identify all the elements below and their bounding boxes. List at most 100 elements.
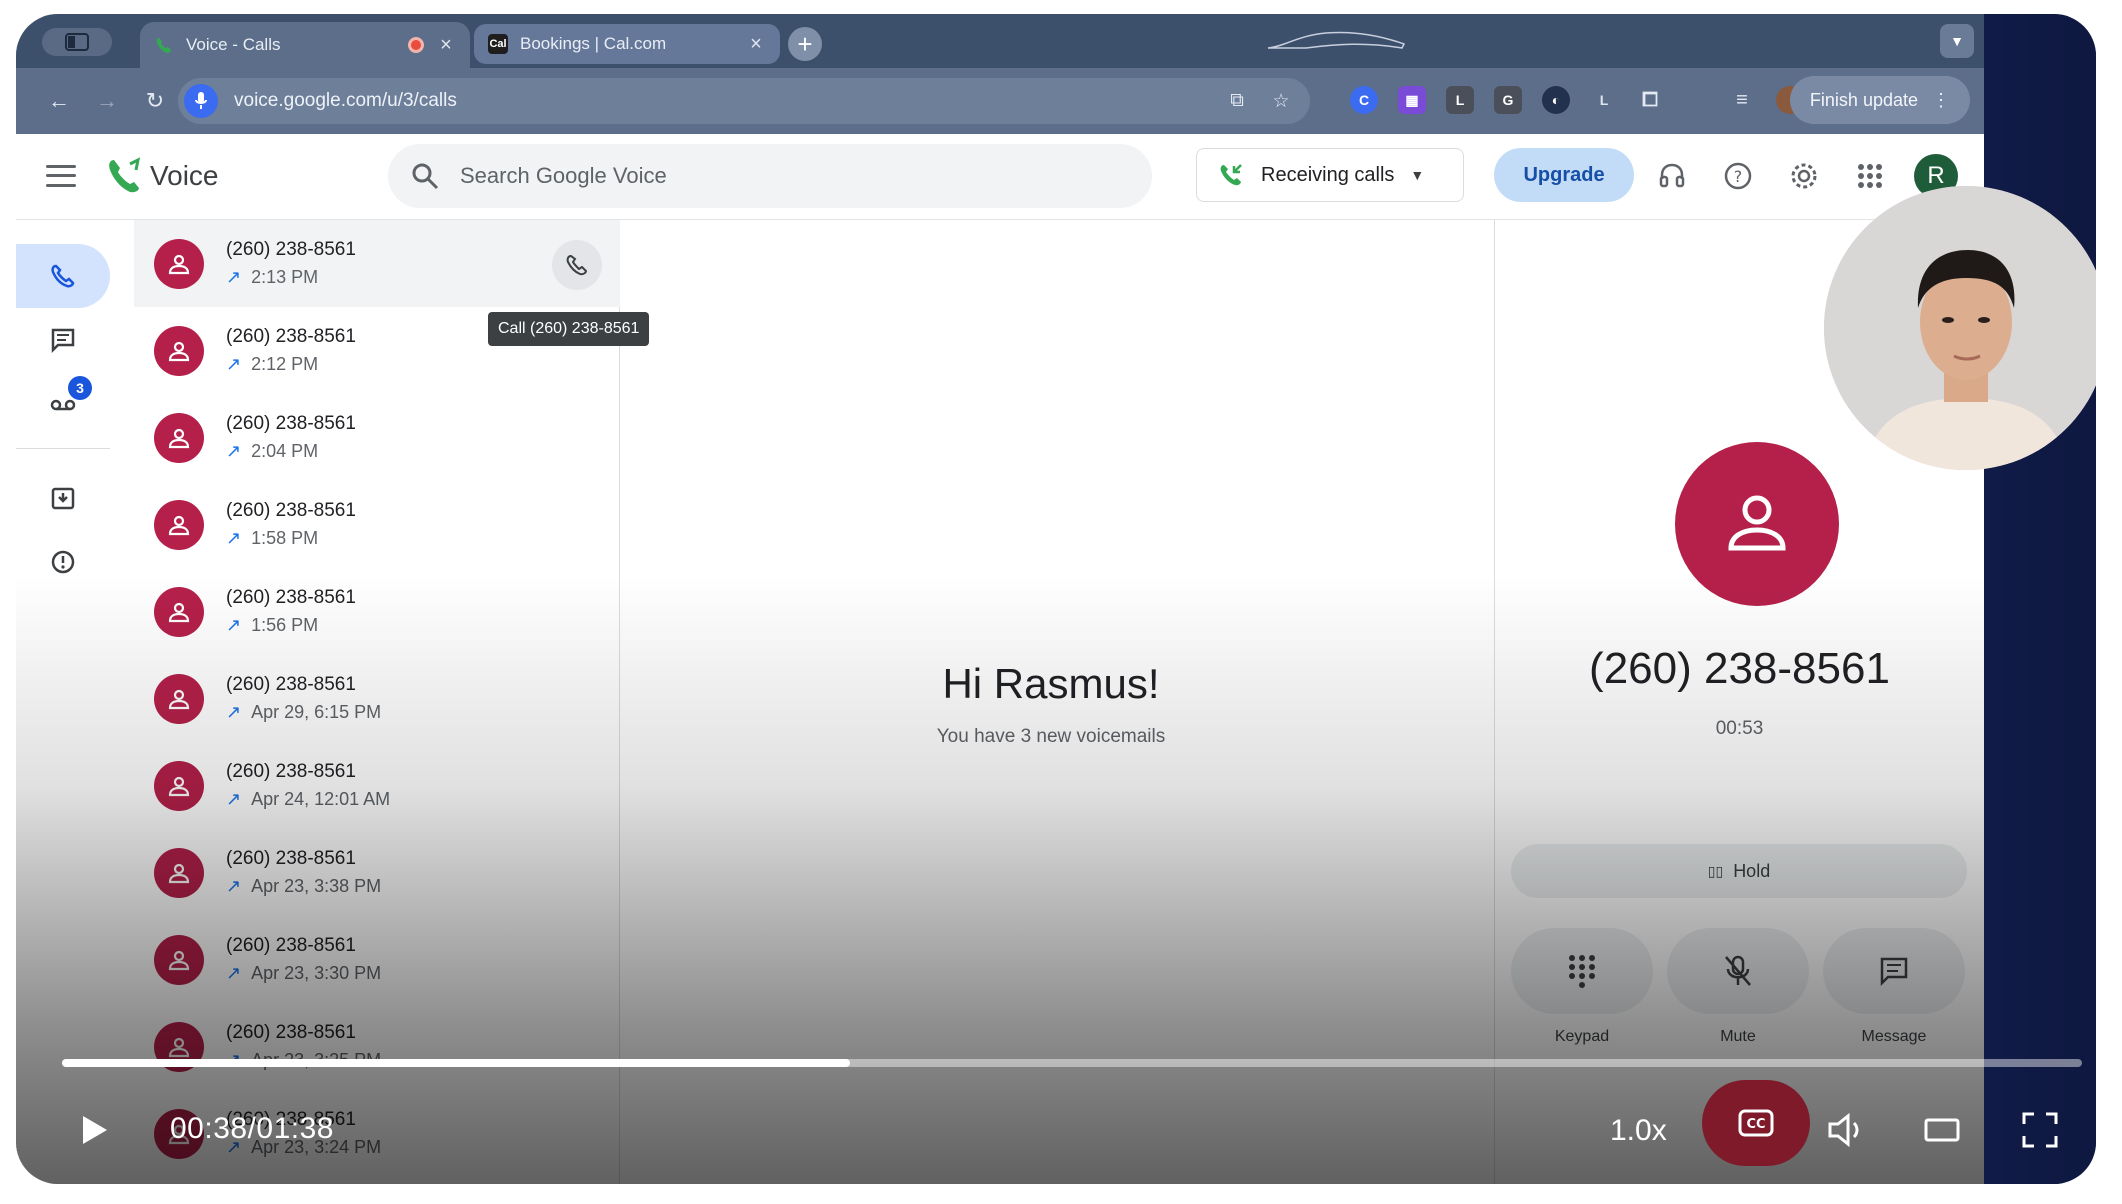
- call-time-row: ↗ 1:56 PM: [226, 615, 356, 636]
- tab-list-dropdown-icon[interactable]: ▼: [1940, 24, 1974, 58]
- extensions-puzzle-icon[interactable]: ⧠: [1636, 86, 1664, 114]
- contact-avatar: [154, 760, 204, 811]
- play-button[interactable]: [74, 1110, 114, 1150]
- bookmark-star-icon[interactable]: ☆: [1266, 86, 1296, 116]
- rail-item-voicemail[interactable]: 3: [16, 370, 110, 434]
- extension-l-icon[interactable]: L: [1446, 86, 1474, 114]
- install-app-icon[interactable]: ⧉: [1222, 86, 1252, 116]
- call-list-item[interactable]: (260) 238-8561↗Apr 23, 3:25 PM: [134, 1003, 620, 1090]
- keypad-circle: [1511, 928, 1653, 1014]
- apps-grid-icon[interactable]: [1852, 158, 1888, 194]
- forward-icon[interactable]: →: [92, 86, 122, 116]
- call-timer: 00:53: [1715, 718, 1764, 739]
- call-back-button[interactable]: [552, 240, 602, 290]
- outgoing-call-arrow-icon: ↗: [226, 528, 242, 548]
- person-icon: [1728, 495, 1786, 551]
- keypad-button[interactable]: Keypad: [1511, 928, 1653, 1046]
- sidebar-toggle-icon: [65, 33, 89, 51]
- extension-l2-icon[interactable]: L: [1590, 86, 1618, 114]
- hold-label: Hold: [1733, 860, 1771, 881]
- mute-label: Mute: [1720, 1028, 1756, 1045]
- call-list-item[interactable]: (260) 238-8561 ↗ 2:13 PM: [134, 220, 620, 307]
- person-icon: [168, 428, 190, 448]
- finish-update-button[interactable]: Finish update ⋮: [1789, 76, 1970, 124]
- call-time: Apr 23, 3:38 PM: [251, 876, 382, 896]
- theater-mode-button[interactable]: [1922, 1114, 1962, 1146]
- contact-avatar: [154, 673, 204, 724]
- hold-button[interactable]: ▯▯ Hold: [1511, 844, 1967, 898]
- rail-item-archive[interactable]: [16, 466, 110, 530]
- call-time: 2:13 PM: [251, 267, 319, 287]
- call-history-list: (260) 238-8561 ↗ 2:13 PM (260) 238-8561 ↗ 2:1…: [134, 220, 620, 1184]
- captions-button[interactable]: CC: [1702, 1080, 1810, 1166]
- call-list-item[interactable]: (260) 238-8561 ↗ 2:04 PM: [134, 394, 620, 481]
- extension-g-icon[interactable]: G: [1494, 86, 1522, 114]
- extension-label: G: [1502, 92, 1514, 108]
- fullscreen-button[interactable]: [2020, 1112, 2060, 1148]
- call-time: 2:04 PM: [251, 441, 319, 461]
- video-progress-bar[interactable]: [62, 1059, 2082, 1067]
- receiving-calls-dropdown[interactable]: Receiving calls ▼: [1196, 148, 1464, 202]
- call-time-row: ↗ 1:58 PM: [226, 528, 356, 549]
- message-icon: [51, 328, 75, 354]
- person-icon: [168, 950, 190, 970]
- tab-search-button[interactable]: [42, 28, 112, 56]
- archive-icon: [51, 487, 75, 510]
- outgoing-call-arrow-icon: ↗: [226, 789, 242, 809]
- playback-speed-button[interactable]: 1.0x: [1610, 1114, 1667, 1148]
- outgoing-call-arrow-icon: ↗: [226, 963, 242, 983]
- headset-icon[interactable]: [1654, 158, 1690, 194]
- voicemail-count-badge: 3: [68, 376, 92, 400]
- theater-mode-icon: [1924, 1118, 1960, 1142]
- extension-label: L: [1455, 92, 1465, 108]
- rail-item-calls[interactable]: [16, 244, 110, 308]
- volume-button[interactable]: [1824, 1110, 1868, 1150]
- call-list-item[interactable]: (260) 238-8561 ↗ Apr 24, 12:01 AM: [134, 742, 620, 829]
- call-time-row: ↗ Apr 29, 6:15 PM: [226, 702, 381, 723]
- contact-avatar: [154, 499, 204, 550]
- back-icon[interactable]: ←: [44, 86, 74, 116]
- call-info: (260) 238-8561 ↗ Apr 24, 12:01 AM: [226, 761, 390, 810]
- tab-bookings-calcom[interactable]: Cal Bookings | Cal.com ×: [474, 24, 780, 64]
- call-number: (260) 238-8561: [226, 674, 356, 695]
- message-button[interactable]: Message: [1823, 928, 1965, 1046]
- person-icon: [168, 602, 190, 622]
- extension-label: L: [1599, 92, 1609, 108]
- call-number: (260) 238-8561: [226, 1022, 356, 1043]
- reload-icon[interactable]: ↻: [140, 86, 170, 116]
- call-list-item[interactable]: (260) 238-8561 ↗ Apr 23, 3:30 PM: [134, 916, 620, 1003]
- person-icon: [168, 341, 190, 361]
- tab-close-icon[interactable]: ×: [436, 34, 456, 56]
- rail-item-spam[interactable]: [16, 530, 110, 594]
- call-list-item[interactable]: (260) 238-8561 ↗ Apr 23, 3:38 PM: [134, 829, 620, 916]
- main-menu-icon[interactable]: [46, 162, 76, 190]
- help-icon[interactable]: ?: [1720, 158, 1756, 194]
- media-controls-icon[interactable]: ≡: [1728, 86, 1756, 114]
- rail-item-messages[interactable]: [16, 308, 110, 372]
- upgrade-button[interactable]: Upgrade: [1494, 148, 1634, 202]
- mic-off-icon: [1725, 955, 1751, 986]
- microphone-icon: [184, 84, 218, 118]
- call-info: (260) 238-8561 ↗ Apr 23, 3:38 PM: [226, 848, 381, 897]
- call-list-item[interactable]: (260) 238-8561 ↗ 1:56 PM: [134, 568, 620, 655]
- search-input[interactable]: [460, 163, 1060, 189]
- settings-gear-icon[interactable]: [1786, 158, 1822, 194]
- search-icon: [412, 163, 439, 190]
- closed-captions-icon: CC: [1738, 1109, 1774, 1137]
- tab-close-icon[interactable]: ×: [746, 33, 766, 55]
- tab-voice-calls[interactable]: Voice - Calls ×: [140, 22, 470, 68]
- call-number: (260) 238-8561: [226, 500, 356, 521]
- mute-button[interactable]: Mute: [1667, 928, 1809, 1046]
- extension-grid-icon[interactable]: ▦: [1398, 86, 1426, 114]
- address-bar[interactable]: voice.google.com/u/3/calls ⧉ ☆: [178, 78, 1310, 124]
- call-time-row: ↗ 2:12 PM: [226, 354, 356, 375]
- contact-avatar: [154, 412, 204, 463]
- video-frame: Voice - Calls × Cal Bookings | Cal.com ×…: [16, 14, 2096, 1184]
- search-bar[interactable]: [388, 144, 1152, 208]
- rail-divider: [16, 448, 110, 449]
- new-tab-button[interactable]: +: [788, 27, 822, 61]
- extension-c-icon[interactable]: C: [1350, 86, 1378, 114]
- call-list-item[interactable]: (260) 238-8561 ↗ 1:58 PM: [134, 481, 620, 568]
- extension-globe-icon[interactable]: ◐: [1542, 86, 1570, 114]
- call-list-item[interactable]: (260) 238-8561 ↗ Apr 29, 6:15 PM: [134, 655, 620, 742]
